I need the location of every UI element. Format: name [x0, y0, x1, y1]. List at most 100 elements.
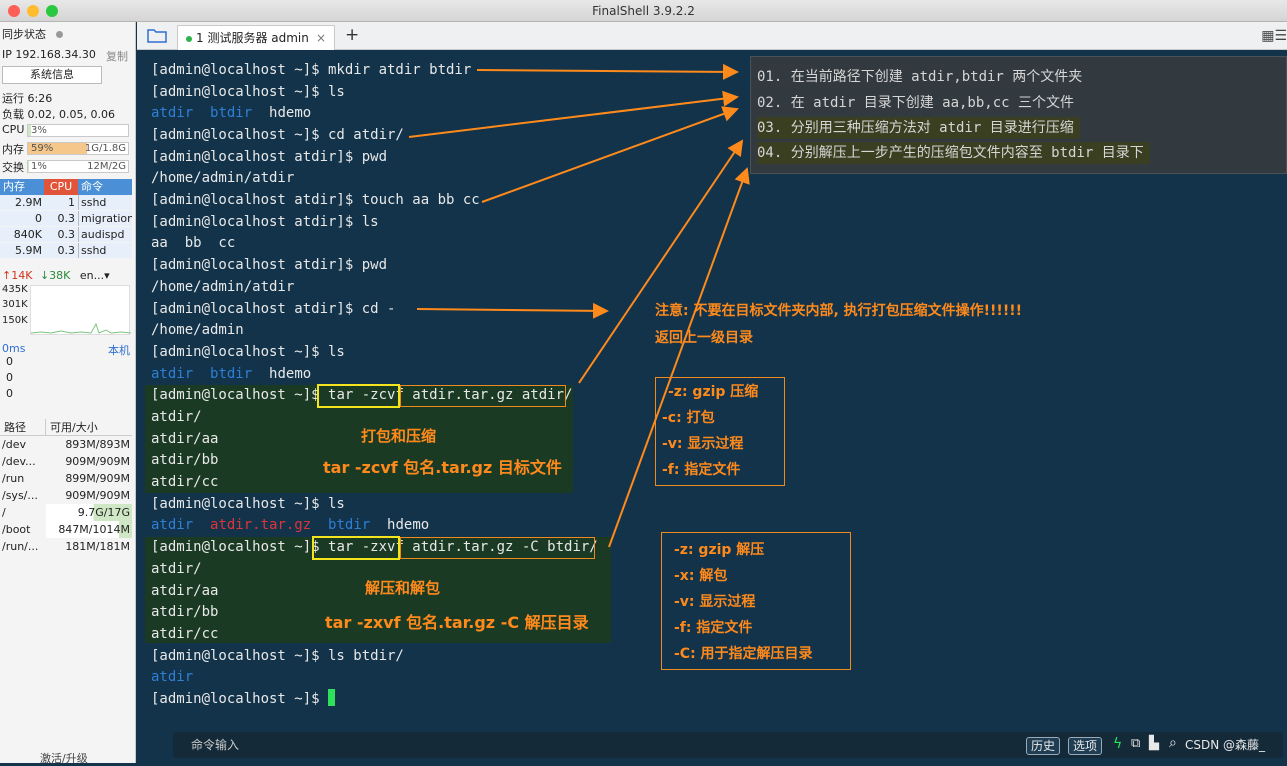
fs-usage: 893M/893M [65, 438, 130, 451]
folder-icon[interactable] [147, 27, 167, 43]
swap-label: 交换 [2, 161, 24, 174]
window-title: FinalShell 3.9.2.2 [592, 4, 695, 18]
terminal-line: /home/admin/atdir [151, 279, 295, 295]
load-average: 负载 0.02, 0.05, 0.06 [2, 108, 115, 121]
col-cpu[interactable]: CPU [44, 179, 78, 195]
cpu-usage-value: 3% [31, 125, 47, 136]
unpack-syntax: tar -zxvf 包名.tar.gz -C 解压目录 [325, 613, 589, 632]
terminal-line-ls-output: atdir btdir hdemo [151, 103, 311, 124]
upload-arrow-icon: ↑ [2, 269, 12, 282]
terminal-line-prompt: [admin@localhost ~]$ [151, 689, 336, 710]
filesystem-header: 路径 可用/大小 [0, 419, 132, 436]
fs-usage: 909M/909M [65, 489, 130, 502]
terminal-line-ls-output: atdir btdir hdemo [151, 364, 311, 385]
activate-upgrade-link[interactable]: 激活/升级 [40, 750, 88, 766]
history-button[interactable]: 历史 [1026, 737, 1061, 755]
net-level-high: 435K [2, 284, 28, 295]
close-tab-icon[interactable]: × [316, 26, 326, 50]
prompt: [admin@localhost ~]$ [151, 691, 329, 707]
return-parent-note: 返回上一级目录 [655, 330, 753, 346]
terminal-line: atdir/bb [151, 604, 219, 620]
terminal-line: atdir/bb [151, 452, 219, 468]
table-row[interactable]: 5.9M 0.3 sshd [0, 243, 132, 259]
ls-archive: atdir.tar.gz [210, 517, 312, 533]
unpack-title: 解压和解包 [365, 579, 441, 597]
terminal-line: atdir/ [151, 409, 202, 425]
option-C: -C: 用于指定解压目录 [674, 646, 813, 662]
window-titlebar: FinalShell 3.9.2.2 [0, 0, 1287, 22]
ls-file: hdemo [387, 517, 430, 533]
table-row[interactable]: /boot 847M/1014M [0, 521, 132, 538]
proc-cpu: 0.3 [57, 228, 76, 241]
table-row[interactable]: /dev 893M/893M [0, 436, 132, 453]
terminal-line: [admin@localhost atdir]$ pwd [151, 149, 388, 165]
col-avail-size[interactable]: 可用/大小 [46, 419, 132, 435]
options-button[interactable]: 选项 [1068, 737, 1103, 755]
task-note: 03. 分别用三种压缩方法对 atdir 目录进行压缩 [757, 117, 1080, 139]
table-row[interactable]: /run/... 181M/181M [0, 538, 132, 555]
ls-dir: atdir [151, 105, 194, 121]
swap-value: 12M/2G [87, 161, 126, 172]
terminal-line: [admin@localhost ~]$ ls [151, 344, 345, 360]
minimize-window-button[interactable] [27, 5, 39, 17]
search-icon[interactable]: ⌕ [1169, 735, 1177, 751]
memory-value: 1G/1.8G [84, 143, 126, 154]
fs-usage: 181M/181M [65, 540, 130, 553]
table-row[interactable]: 0 0.3 migration [0, 211, 132, 227]
system-info-button[interactable]: 系统信息 [2, 66, 102, 84]
table-row[interactable]: 840K 0.3 audispd [0, 227, 132, 243]
task-notes-panel: 01. 在当前路径下创建 atdir,btdir 两个文件夹 02. 在 atd… [750, 56, 1287, 174]
terminal-line: [admin@localhost atdir]$ touch aa bb cc [151, 192, 480, 208]
option-v: -v: 显示过程 [674, 594, 756, 610]
lightning-icon[interactable]: ϟ [1113, 736, 1122, 752]
download-rate: 38K [49, 269, 71, 282]
terminal-line: [admin@localhost atdir]$ pwd [151, 257, 388, 273]
table-row[interactable]: 2.9M 1 sshd [0, 195, 132, 211]
col-path[interactable]: 路径 [0, 419, 46, 435]
table-row[interactable]: /sys/... 909M/909M [0, 487, 132, 504]
option-z: -z: gzip 压缩 [668, 384, 759, 400]
tab-session-1[interactable]: 1 测试服务器 admin × [177, 25, 335, 50]
table-row[interactable]: /run 899M/909M [0, 470, 132, 487]
terminal-line: atdir/aa [151, 583, 219, 599]
copy-ip-button[interactable]: 复制 [106, 48, 128, 64]
copy-icon[interactable]: ⧉ [1131, 736, 1140, 751]
table-row[interactable]: /dev... 909M/909M [0, 453, 132, 470]
fs-usage: 9.7G/17G [46, 504, 132, 521]
col-command[interactable]: 命令 [78, 179, 132, 195]
network-interface-select[interactable]: en... [80, 269, 104, 282]
ls-dir: atdir [151, 669, 194, 685]
add-tab-icon[interactable]: + [345, 25, 359, 45]
option-c: -c: 打包 [662, 410, 715, 426]
warning-note: 注意: 不要在目标文件夹内部, 执行打包压缩文件操作!!!!!! [655, 303, 1022, 319]
paste-icon[interactable]: ▙ [1149, 736, 1159, 751]
fs-path: /run/... [2, 540, 39, 553]
table-row[interactable]: / 9.7G/17G [0, 504, 132, 521]
grid-layout-icon[interactable]: ▦☰ [1261, 28, 1287, 44]
tab-bar: 1 测试服务器 admin × + ▦☰ [137, 22, 1287, 50]
pack-title: 打包和压缩 [361, 427, 437, 445]
zoom-window-button[interactable] [46, 5, 58, 17]
ping-host: 本机 [108, 344, 130, 357]
ls-file: hdemo [269, 366, 312, 382]
terminal-line: atdir/ [151, 561, 202, 577]
ping-value: 0 [6, 355, 13, 368]
network-graph [30, 285, 132, 335]
ls-dir: atdir [151, 366, 194, 382]
terminal-line-ls-output: atdir atdir.tar.gz btdir hdemo [151, 515, 429, 536]
option-f: -f: 指定文件 [662, 462, 741, 478]
terminal-line: [admin@localhost ~]$ ls [151, 84, 345, 100]
col-memory[interactable]: 内存 [0, 179, 44, 195]
terminal[interactable]: [admin@localhost ~]$ mkdir atdir btdir [… [137, 51, 1287, 729]
close-window-button[interactable] [8, 5, 20, 17]
pack-syntax: tar -zcvf 包名.tar.gz 目标文件 [323, 458, 562, 477]
terminal-line: [admin@localhost ~]$ ls [151, 496, 345, 512]
sync-status-label: 同步状态 [2, 28, 46, 41]
memory-percent: 59% [31, 143, 54, 154]
chevron-down-icon[interactable]: ▾ [104, 269, 110, 282]
network-stats: ↑14K ↓38K en...▾ [2, 269, 110, 282]
ls-dir: atdir [151, 517, 194, 533]
terminal-line: atdir/cc [151, 474, 219, 490]
proc-command: audispd [78, 227, 132, 242]
swap-percent: 1% [31, 161, 47, 172]
